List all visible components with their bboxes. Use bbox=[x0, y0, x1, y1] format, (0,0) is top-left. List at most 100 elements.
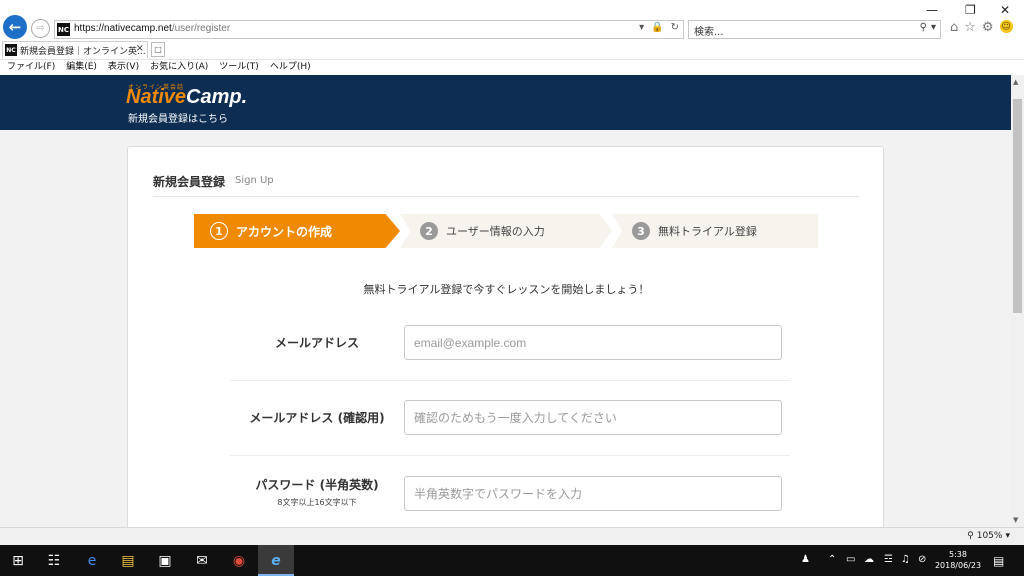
notification-icon[interactable]: ▤ bbox=[993, 554, 1004, 568]
restore-icon[interactable]: ❐ bbox=[965, 3, 976, 17]
menu-help[interactable]: ヘルプ(H) bbox=[270, 60, 311, 75]
scroll-down-icon[interactable]: ▼ bbox=[1013, 516, 1018, 524]
volume-icon[interactable]: ♫ bbox=[901, 554, 910, 565]
tab-close-icon[interactable]: × bbox=[136, 43, 144, 54]
email-label: メールアドレス bbox=[274, 336, 359, 350]
email-confirm-field[interactable] bbox=[404, 400, 782, 435]
close-icon[interactable]: ✕ bbox=[1000, 3, 1010, 17]
wifi-icon[interactable]: ☲ bbox=[884, 554, 893, 565]
step-1-label: アカウントの作成 bbox=[236, 224, 333, 239]
step-progress: 1 アカウントの作成 2 ユーザー情報の入力 3 無料トライアル登録 bbox=[194, 214, 818, 248]
url-text[interactable]: https://nativecamp.net/user/register bbox=[74, 23, 230, 34]
browser-chrome: ← ⇨ NC https://nativecamp.net/user/regis… bbox=[0, 0, 1024, 75]
star-icon[interactable]: ☆ bbox=[964, 20, 976, 35]
blocked-icon[interactable]: ⊘ bbox=[918, 554, 926, 565]
clock-date: 2018/06/23 bbox=[934, 561, 982, 570]
back-button[interactable]: ← bbox=[3, 15, 27, 39]
step-2-number: 2 bbox=[420, 222, 438, 240]
mail-icon[interactable]: ✉ bbox=[193, 552, 211, 570]
password-label: パスワード (半角英数) bbox=[255, 478, 379, 492]
gear-icon[interactable]: ⚙ bbox=[982, 20, 994, 35]
tab-title: 新規会員登録｜オンライン英... bbox=[20, 47, 146, 57]
zoom-level: 105% bbox=[976, 531, 1003, 541]
row-divider bbox=[230, 455, 790, 456]
zoom-control[interactable]: ⚲ 105% ▾ bbox=[967, 531, 1010, 541]
menu-favorites[interactable]: お気に入り(A) bbox=[150, 60, 208, 75]
store-icon[interactable]: ▣ bbox=[156, 552, 174, 570]
tab-favicon-icon: NC bbox=[5, 44, 17, 56]
clock-time: 5:38 bbox=[949, 550, 967, 559]
menu-view[interactable]: 表示(V) bbox=[108, 60, 139, 75]
step-1-account: 1 アカウントの作成 bbox=[194, 214, 400, 248]
search-tools: ⚲ ▾ bbox=[920, 22, 936, 33]
register-card: 新規会員登録 Sign Up 1 アカウントの作成 2 ユーザー情報の入力 3 … bbox=[127, 146, 884, 527]
url-host: https://nativecamp.net bbox=[74, 23, 172, 34]
search-box[interactable]: 検索... ⚲ ▾ bbox=[688, 20, 941, 39]
windows-start-icon[interactable]: ⊞ bbox=[9, 552, 27, 570]
refresh-icon[interactable]: ↻ bbox=[671, 22, 679, 33]
feedback-smiley-icon[interactable]: ☺ bbox=[999, 20, 1013, 33]
step-2-user-info: 2 ユーザー情報の入力 bbox=[400, 214, 612, 248]
logo-part-native: Native bbox=[126, 86, 187, 108]
email-field[interactable] bbox=[404, 325, 782, 360]
search-placeholder: 検索... bbox=[694, 27, 724, 38]
windows-taskbar: ⊞ ☷ e ▤ ▣ ✉ ◉ e ♟ ⌃ ▭ ☁ ☲ ♫ ⊘ 5:38 2018/… bbox=[0, 545, 1024, 576]
card-title-en: Sign Up bbox=[235, 175, 274, 186]
step-2-label: ユーザー情報の入力 bbox=[446, 225, 545, 238]
internet-explorer-icon[interactable]: e bbox=[267, 552, 285, 570]
tab-bar: NC 新規会員登録｜オンライン英... × □ bbox=[0, 40, 1024, 59]
search-icon[interactable]: ⚲ bbox=[920, 22, 927, 33]
page-viewport: オンライン英会話 NativeCamp. 新規会員登録はこちら 新規会員登録 S… bbox=[0, 75, 1011, 527]
menu-edit[interactable]: 編集(E) bbox=[66, 60, 97, 75]
step-1-number: 1 bbox=[210, 222, 228, 240]
browser-tools: ⌂ ☆ ⚙ ☺ bbox=[950, 20, 1013, 35]
url-path: /user/register bbox=[171, 23, 231, 34]
cloud-icon[interactable]: ☁ bbox=[864, 554, 874, 565]
card-title: 新規会員登録 bbox=[153, 175, 226, 189]
header-subtitle: 新規会員登録はこちら bbox=[128, 114, 228, 125]
battery-icon[interactable]: ▭ bbox=[846, 554, 855, 565]
password-hint: 8文字以上16文字以下 bbox=[277, 498, 357, 507]
search-dropdown-icon[interactable]: ▾ bbox=[931, 22, 936, 33]
email-confirm-label: メールアドレス (確認用) bbox=[249, 411, 385, 425]
minimize-icon[interactable]: — bbox=[926, 3, 938, 17]
site-favicon-icon: NC bbox=[57, 23, 70, 36]
scroll-up-icon[interactable]: ▲ bbox=[1013, 78, 1018, 86]
taskbar-clock[interactable]: 5:38 2018/06/23 bbox=[930, 549, 986, 571]
password-field[interactable] bbox=[404, 476, 782, 511]
arrow-left-icon: ← bbox=[8, 18, 22, 36]
forward-button[interactable]: ⇨ bbox=[31, 19, 50, 38]
task-view-icon[interactable]: ☷ bbox=[45, 552, 63, 570]
file-explorer-icon[interactable]: ▤ bbox=[119, 552, 137, 570]
page-scrollbar[interactable]: ▲ ▼ bbox=[1011, 75, 1024, 527]
site-logo[interactable]: NativeCamp. bbox=[126, 86, 247, 109]
zoom-icon: ⚲ bbox=[967, 531, 974, 541]
dropdown-arrow-icon[interactable]: ▾ bbox=[639, 22, 644, 33]
card-divider bbox=[153, 196, 859, 197]
menu-bar: ファイル(F) 編集(E) 表示(V) お気に入り(A) ツール(T) ヘルプ(… bbox=[0, 59, 1024, 75]
people-icon[interactable]: ♟ bbox=[801, 554, 810, 565]
tab-register[interactable]: NC 新規会員登録｜オンライン英... × bbox=[2, 41, 148, 58]
scrollbar-thumb[interactable] bbox=[1013, 99, 1022, 313]
zoom-dropdown-icon[interactable]: ▾ bbox=[1005, 531, 1010, 541]
home-icon[interactable]: ⌂ bbox=[950, 20, 958, 35]
arrow-right-icon: ⇨ bbox=[36, 23, 45, 34]
lock-icon[interactable]: 🔒 bbox=[651, 22, 663, 33]
step-3-number: 3 bbox=[632, 222, 650, 240]
new-tab-icon: □ bbox=[154, 45, 162, 54]
row-divider bbox=[230, 380, 790, 381]
status-bar: ⚲ 105% ▾ bbox=[0, 527, 1024, 545]
site-header: オンライン英会話 NativeCamp. 新規会員登録はこちら bbox=[0, 75, 1011, 130]
chrome-icon[interactable]: ◉ bbox=[230, 552, 248, 570]
menu-tools[interactable]: ツール(T) bbox=[219, 60, 259, 75]
step-3-label: 無料トライアル登録 bbox=[658, 225, 757, 238]
navigation-bar: ← ⇨ NC https://nativecamp.net/user/regis… bbox=[0, 0, 1024, 40]
tray-chevron-icon[interactable]: ⌃ bbox=[828, 554, 836, 565]
menu-file[interactable]: ファイル(F) bbox=[7, 60, 55, 75]
logo-part-camp: Camp. bbox=[186, 86, 248, 108]
address-bar[interactable]: NC https://nativecamp.net/user/register … bbox=[54, 20, 684, 39]
address-tools: ▾ 🔒 ↻ bbox=[639, 22, 679, 33]
edge-icon[interactable]: e bbox=[83, 552, 101, 570]
new-tab-button[interactable]: □ bbox=[151, 42, 165, 57]
intro-text: 無料トライアル登録で今すぐレッスンを開始しましょう！ bbox=[363, 283, 650, 296]
